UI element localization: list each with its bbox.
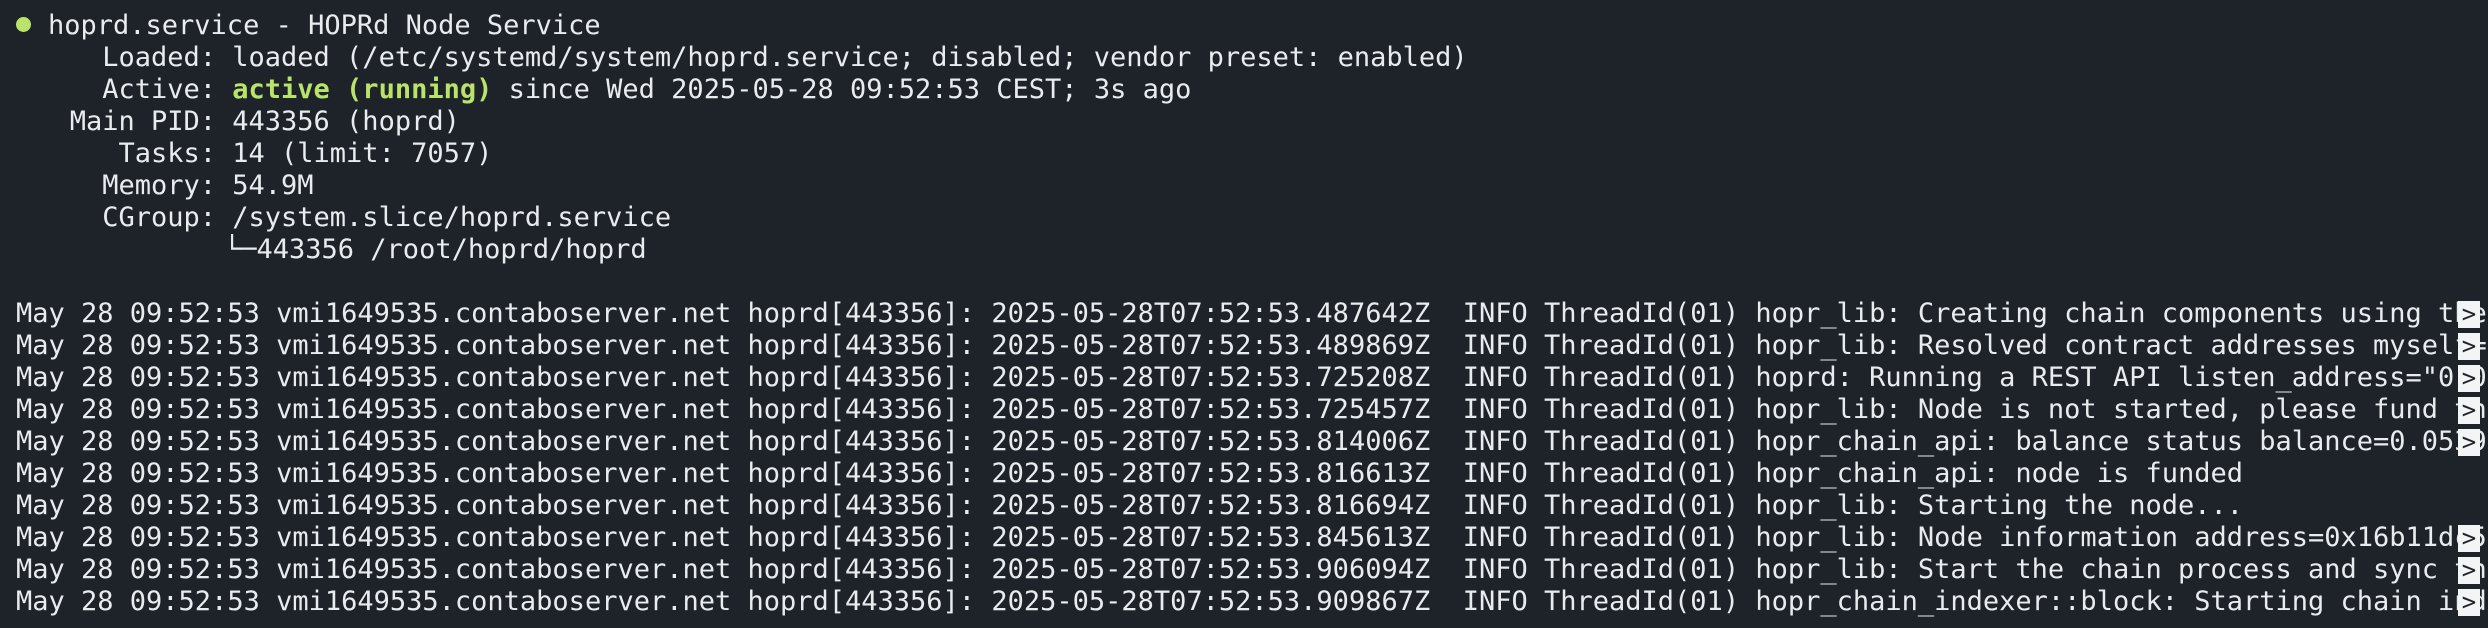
log-line: May 28 09:52:53 vmi1649535.contaboserver… [0, 458, 2488, 490]
pid-line: Main PID: 443356 (hoprd) [0, 106, 2488, 138]
truncation-marker: > [2458, 365, 2480, 392]
memory-line: Memory: 54.9M [0, 170, 2488, 202]
memory-key: Memory: [102, 170, 216, 201]
cgroup-child: └─443356 /root/hoprd/hoprd [224, 234, 647, 265]
log-text: May 28 09:52:53 vmi1649535.contaboserver… [16, 490, 2243, 521]
log-text: May 28 09:52:53 vmi1649535.contaboserver… [16, 522, 2488, 553]
cgroup-line: CGroup: /system.slice/hoprd.service [0, 202, 2488, 234]
log-text: May 28 09:52:53 vmi1649535.contaboserver… [16, 586, 2488, 617]
log-line: May 28 09:52:53 vmi1649535.contaboserver… [0, 362, 2488, 394]
loaded-key: Loaded: [102, 42, 216, 73]
log-line: May 28 09:52:53 vmi1649535.contaboserver… [0, 586, 2488, 618]
memory-value: 54.9M [232, 170, 314, 201]
service-title-line: hoprd.service - HOPRd Node Service [0, 10, 2488, 42]
log-line: May 28 09:52:53 vmi1649535.contaboserver… [0, 554, 2488, 586]
log-text: May 28 09:52:53 vmi1649535.contaboserver… [16, 426, 2488, 457]
log-line: May 28 09:52:53 vmi1649535.contaboserver… [0, 522, 2488, 554]
loaded-value: loaded (/etc/systemd/system/hoprd.servic… [232, 42, 1468, 73]
log-text: May 28 09:52:53 vmi1649535.contaboserver… [16, 330, 2488, 361]
truncation-marker: > [2458, 525, 2480, 552]
log-line: May 28 09:52:53 vmi1649535.contaboserver… [0, 426, 2488, 458]
truncation-marker: > [2458, 301, 2480, 328]
truncation-marker: > [2458, 589, 2480, 616]
truncation-marker: > [2458, 557, 2480, 584]
log-line: May 28 09:52:53 vmi1649535.contaboserver… [0, 490, 2488, 522]
truncation-marker: > [2458, 397, 2480, 424]
terminal-window[interactable]: hoprd.service - HOPRd Node Service Loade… [0, 0, 2488, 628]
service-title: hoprd.service - HOPRd Node Service [48, 10, 601, 41]
log-text: May 28 09:52:53 vmi1649535.contaboserver… [16, 458, 2243, 489]
tasks-line: Tasks: 14 (limit: 7057) [0, 138, 2488, 170]
log-line: May 28 09:52:53 vmi1649535.contaboserver… [0, 298, 2488, 330]
log-text: May 28 09:52:53 vmi1649535.contaboserver… [16, 362, 2488, 393]
loaded-line: Loaded: loaded (/etc/systemd/system/hopr… [0, 42, 2488, 74]
tasks-key: Tasks: [118, 138, 216, 169]
active-line: Active: active (running) since Wed 2025-… [0, 74, 2488, 106]
pid-value: 443356 (hoprd) [232, 106, 460, 137]
cgroup-child-line: └─443356 /root/hoprd/hoprd [0, 234, 2488, 266]
truncation-marker: > [2458, 429, 2480, 456]
active-since: since Wed 2025-05-28 09:52:53 CEST; 3s a… [508, 74, 1192, 105]
cgroup-key: CGroup: [102, 202, 216, 233]
status-dot-icon [16, 17, 31, 32]
active-state: active (running) [232, 74, 493, 105]
cgroup-value: /system.slice/hoprd.service [232, 202, 672, 233]
log-text: May 28 09:52:53 vmi1649535.contaboserver… [16, 298, 2487, 329]
tasks-value: 14 (limit: 7057) [232, 138, 493, 169]
log-line: May 28 09:52:53 vmi1649535.contaboserver… [0, 330, 2488, 362]
log-line: May 28 09:52:53 vmi1649535.contaboserver… [0, 394, 2488, 426]
log-text: May 28 09:52:53 vmi1649535.contaboserver… [16, 394, 2488, 425]
log-text: May 28 09:52:53 vmi1649535.contaboserver… [16, 554, 2488, 585]
pid-key: Main PID: [69, 106, 216, 137]
journal-log[interactable]: May 28 09:52:53 vmi1649535.contaboserver… [0, 298, 2488, 618]
active-key: Active: [102, 74, 216, 105]
truncation-marker: > [2458, 333, 2480, 360]
